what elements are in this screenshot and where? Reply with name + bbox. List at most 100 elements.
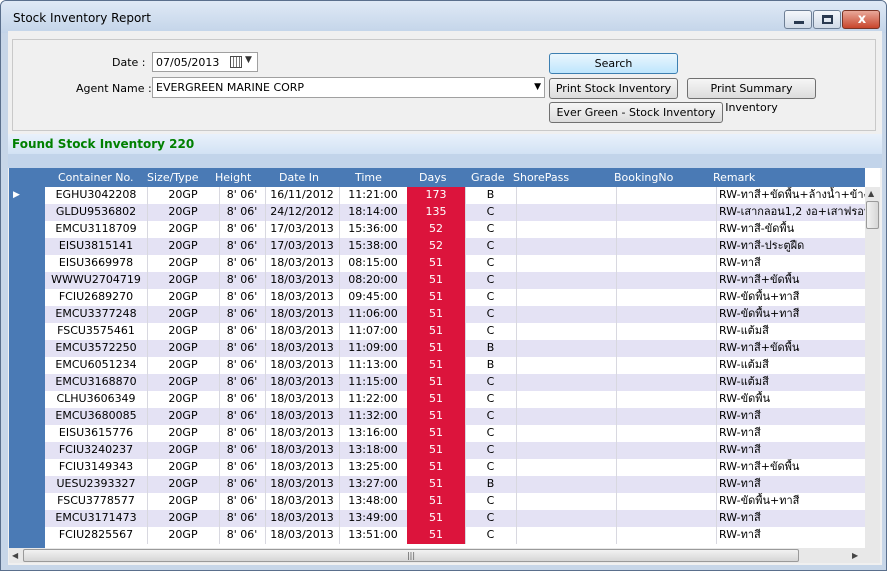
container-no-cell[interactable]: FSCU3778577 bbox=[45, 493, 147, 510]
grade-cell[interactable]: C bbox=[465, 527, 516, 544]
height-cell[interactable]: 8' 06' bbox=[219, 306, 265, 323]
days-cell[interactable]: 51 bbox=[407, 476, 465, 493]
days-cell[interactable]: 52 bbox=[407, 238, 465, 255]
date-in-cell[interactable]: 18/03/2013 bbox=[265, 442, 339, 459]
size-type-cell[interactable]: 20GP bbox=[147, 408, 219, 425]
date-in-cell[interactable]: 18/03/2013 bbox=[265, 493, 339, 510]
booking-no-cell[interactable] bbox=[616, 510, 716, 527]
grade-cell[interactable]: C bbox=[465, 510, 516, 527]
search-button[interactable]: Search bbox=[549, 53, 678, 74]
height-cell[interactable]: 8' 06' bbox=[219, 459, 265, 476]
booking-no-cell[interactable] bbox=[616, 340, 716, 357]
days-cell[interactable]: 135 bbox=[407, 204, 465, 221]
size-type-cell[interactable]: 20GP bbox=[147, 323, 219, 340]
time-cell[interactable]: 11:13:00 bbox=[339, 357, 407, 374]
remark-cell[interactable]: RW-ขัดพื้น bbox=[716, 391, 865, 408]
height-cell[interactable]: 8' 06' bbox=[219, 425, 265, 442]
column-header[interactable]: Container No. bbox=[58, 171, 134, 184]
table-row[interactable]: FCIU2825567 20GP 8' 06' 18/03/2013 13:51:00 5… bbox=[45, 527, 865, 544]
shorepass-cell[interactable] bbox=[516, 272, 616, 289]
date-in-cell[interactable]: 17/03/2013 bbox=[265, 238, 339, 255]
days-cell[interactable]: 52 bbox=[407, 221, 465, 238]
horizontal-scroll-thumb[interactable]: ||| bbox=[23, 549, 799, 562]
shorepass-cell[interactable] bbox=[516, 357, 616, 374]
column-header[interactable]: BookingNo bbox=[614, 171, 673, 184]
booking-no-cell[interactable] bbox=[616, 289, 716, 306]
size-type-cell[interactable]: 20GP bbox=[147, 221, 219, 238]
date-in-cell[interactable]: 24/12/2012 bbox=[265, 204, 339, 221]
days-cell[interactable]: 51 bbox=[407, 442, 465, 459]
days-cell[interactable]: 51 bbox=[407, 408, 465, 425]
table-row[interactable]: EISU3615776 20GP 8' 06' 18/03/2013 13:16:00 5… bbox=[45, 425, 865, 442]
grade-cell[interactable]: C bbox=[465, 493, 516, 510]
chevron-down-icon[interactable]: ▼ bbox=[245, 55, 252, 65]
booking-no-cell[interactable] bbox=[616, 476, 716, 493]
date-in-cell[interactable]: 18/03/2013 bbox=[265, 272, 339, 289]
date-in-cell[interactable]: 18/03/2013 bbox=[265, 323, 339, 340]
height-cell[interactable]: 8' 06' bbox=[219, 340, 265, 357]
container-no-cell[interactable]: EMCU6051234 bbox=[45, 357, 147, 374]
days-cell[interactable]: 51 bbox=[407, 255, 465, 272]
grade-cell[interactable]: C bbox=[465, 425, 516, 442]
column-header[interactable]: Remark bbox=[713, 171, 755, 184]
grade-cell[interactable]: C bbox=[465, 255, 516, 272]
days-cell[interactable]: 51 bbox=[407, 357, 465, 374]
column-header[interactable]: Days bbox=[419, 171, 446, 184]
remark-cell[interactable]: RW-ขัดพื้น+ทาสี bbox=[716, 289, 865, 306]
size-type-cell[interactable]: 20GP bbox=[147, 289, 219, 306]
table-row[interactable]: EMCU3171473 20GP 8' 06' 18/03/2013 13:49:00 5… bbox=[45, 510, 865, 527]
height-cell[interactable]: 8' 06' bbox=[219, 527, 265, 544]
remark-cell[interactable]: RW-ทาสี bbox=[716, 408, 865, 425]
print-stock-inventory-button[interactable]: Print Stock Inventory bbox=[549, 78, 678, 99]
height-cell[interactable]: 8' 06' bbox=[219, 391, 265, 408]
booking-no-cell[interactable] bbox=[616, 238, 716, 255]
grade-cell[interactable]: C bbox=[465, 442, 516, 459]
height-cell[interactable]: 8' 06' bbox=[219, 510, 265, 527]
table-row[interactable]: EMCU3572250 20GP 8' 06' 18/03/2013 11:09:00 5… bbox=[45, 340, 865, 357]
remark-cell[interactable]: RW-ขัดพื้น+ทาสี bbox=[716, 306, 865, 323]
shorepass-cell[interactable] bbox=[516, 374, 616, 391]
height-cell[interactable]: 8' 06' bbox=[219, 374, 265, 391]
date-value[interactable]: 07/05/2013 bbox=[156, 56, 219, 69]
remark-cell[interactable]: RW-ทาสี+ขัดพื้น bbox=[716, 459, 865, 476]
shorepass-cell[interactable] bbox=[516, 408, 616, 425]
time-cell[interactable]: 09:45:00 bbox=[339, 289, 407, 306]
days-cell[interactable]: 51 bbox=[407, 374, 465, 391]
minimize-button[interactable] bbox=[784, 10, 812, 29]
size-type-cell[interactable]: 20GP bbox=[147, 204, 219, 221]
booking-no-cell[interactable] bbox=[616, 374, 716, 391]
table-row[interactable]: WWWU2704719 20GP 8' 06' 18/03/2013 08:20:00 5… bbox=[45, 272, 865, 289]
booking-no-cell[interactable] bbox=[616, 493, 716, 510]
days-cell[interactable]: 51 bbox=[407, 391, 465, 408]
table-row[interactable]: EGHU3042208 20GP 8' 06' 16/11/2012 11:21:00 1… bbox=[45, 187, 865, 204]
booking-no-cell[interactable] bbox=[616, 272, 716, 289]
size-type-cell[interactable]: 20GP bbox=[147, 391, 219, 408]
size-type-cell[interactable]: 20GP bbox=[147, 510, 219, 527]
date-in-cell[interactable]: 18/03/2013 bbox=[265, 357, 339, 374]
date-in-cell[interactable]: 18/03/2013 bbox=[265, 289, 339, 306]
grade-cell[interactable]: C bbox=[465, 238, 516, 255]
time-cell[interactable]: 15:36:00 bbox=[339, 221, 407, 238]
size-type-cell[interactable]: 20GP bbox=[147, 527, 219, 544]
size-type-cell[interactable]: 20GP bbox=[147, 357, 219, 374]
inventory-grid[interactable]: ▶ Container No. Size/Type Height Date In… bbox=[9, 168, 880, 548]
grade-cell[interactable]: C bbox=[465, 204, 516, 221]
grade-cell[interactable]: B bbox=[465, 357, 516, 374]
days-cell[interactable]: 51 bbox=[407, 459, 465, 476]
date-in-cell[interactable]: 18/03/2013 bbox=[265, 425, 339, 442]
booking-no-cell[interactable] bbox=[616, 425, 716, 442]
container-no-cell[interactable]: UESU2393327 bbox=[45, 476, 147, 493]
remark-cell[interactable]: RW-แต้มสี bbox=[716, 323, 865, 340]
time-cell[interactable]: 13:16:00 bbox=[339, 425, 407, 442]
days-cell[interactable]: 51 bbox=[407, 289, 465, 306]
time-cell[interactable]: 11:07:00 bbox=[339, 323, 407, 340]
height-cell[interactable]: 8' 06' bbox=[219, 323, 265, 340]
size-type-cell[interactable]: 20GP bbox=[147, 272, 219, 289]
vertical-scrollbar[interactable]: ▲ bbox=[865, 187, 880, 548]
height-cell[interactable]: 8' 06' bbox=[219, 238, 265, 255]
remark-cell[interactable]: RW-ทาสี bbox=[716, 255, 865, 272]
height-cell[interactable]: 8' 06' bbox=[219, 408, 265, 425]
grade-cell[interactable]: C bbox=[465, 391, 516, 408]
shorepass-cell[interactable] bbox=[516, 187, 616, 204]
table-row[interactable]: FCIU3240237 20GP 8' 06' 18/03/2013 13:18:00 5… bbox=[45, 442, 865, 459]
